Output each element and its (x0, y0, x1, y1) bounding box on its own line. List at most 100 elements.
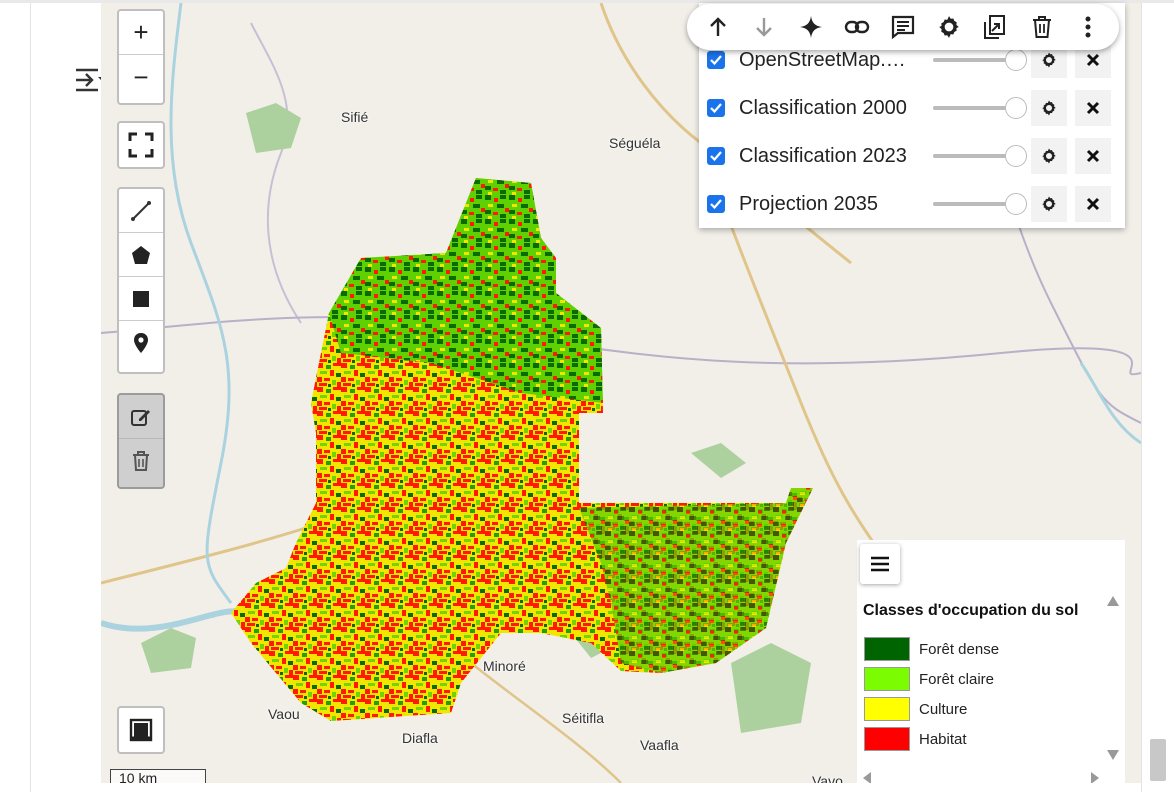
close-icon (1086, 53, 1100, 67)
legend-item: Forêt dense (864, 636, 999, 662)
hamburger-icon (871, 556, 889, 572)
check-icon (710, 103, 722, 114)
link-icon (844, 20, 869, 34)
place-label: Séguéla (609, 135, 661, 151)
trash-icon (1032, 16, 1051, 38)
draw-rectangle-button[interactable] (119, 277, 163, 321)
scrollbar-thumb[interactable] (1150, 739, 1166, 781)
edit-icon (131, 409, 150, 426)
fullscreen-icon (128, 132, 154, 158)
map-frame-control (117, 706, 165, 754)
legend-swatch (864, 727, 910, 751)
close-icon (1086, 149, 1100, 163)
layer-name: Projection 2035 (739, 192, 878, 215)
bottom-strip (101, 783, 1141, 792)
layer-settings-button[interactable] (1031, 90, 1067, 126)
layer-checkbox[interactable] (707, 51, 725, 69)
ruler-frame-icon (129, 718, 153, 742)
layer-opacity-slider[interactable] (933, 192, 1027, 216)
layer-checkbox[interactable] (707, 147, 725, 165)
draw-polygon-button[interactable] (119, 233, 163, 277)
link-button[interactable] (839, 9, 875, 45)
place-label: Vaafla (640, 737, 679, 753)
side-panel (31, 3, 106, 792)
export-button[interactable] (977, 9, 1013, 45)
legend-label: Culture (919, 700, 968, 718)
layer-opacity-slider[interactable] (933, 96, 1027, 120)
scroll-down-icon[interactable] (1106, 748, 1120, 766)
arrow-down-icon (756, 18, 773, 37)
layer-name: Classification 2023 (739, 144, 907, 167)
legend-swatch (864, 667, 910, 691)
rectangle-icon (133, 290, 149, 307)
draw-marker-button[interactable] (119, 321, 163, 365)
fullscreen-button[interactable] (119, 123, 163, 167)
place-label: Séitifla (562, 710, 605, 726)
layer-opacity-slider[interactable] (933, 48, 1027, 72)
scroll-up-icon[interactable] (1106, 594, 1120, 612)
page-scrollbar[interactable] (1141, 3, 1174, 792)
layer-name: OpenStreetMap.… (739, 48, 906, 71)
layer-checkbox[interactable] (707, 99, 725, 117)
zoom-in-button[interactable]: + (119, 11, 163, 55)
legend-swatch (864, 697, 910, 721)
place-label: Vavo (812, 773, 843, 783)
draw-toolbar (117, 187, 165, 374)
draw-line-button[interactable] (119, 189, 163, 233)
legend-item: Habitat (864, 726, 967, 752)
fullscreen-control (117, 121, 165, 169)
place-label: Sifié (341, 109, 369, 125)
gear-icon (1042, 148, 1056, 164)
layer-toolbar (687, 4, 1119, 50)
gear-icon (1042, 100, 1056, 116)
layer-checkbox[interactable] (707, 195, 725, 213)
more-options-button[interactable] (1070, 9, 1106, 45)
legend-swatch (864, 637, 910, 661)
map-frame-button[interactable] (119, 708, 163, 752)
legend-item: Culture (864, 696, 967, 722)
gear-icon (1042, 196, 1056, 212)
delete-layers-button[interactable] (119, 439, 163, 483)
gear-icon (1042, 52, 1056, 68)
delete-layer-button[interactable] (1024, 9, 1060, 45)
edit-layers-button[interactable] (119, 395, 163, 439)
comment-icon (891, 15, 915, 40)
legend-title: Classes d'occupation du sol (863, 602, 1079, 619)
polygon-icon (132, 245, 150, 264)
legend-label: Forêt dense (919, 640, 1000, 658)
move-down-button[interactable] (746, 9, 782, 45)
place-label: Vaou (268, 706, 300, 722)
legend-label: Forêt claire (919, 670, 995, 688)
close-icon (1086, 197, 1100, 211)
app-frame: Sifié Séguéla Minoré Vaou Séitifla Diafl… (0, 0, 1174, 792)
ai-button[interactable] (793, 9, 829, 45)
check-icon (710, 55, 722, 66)
close-icon (1086, 101, 1100, 115)
check-icon (710, 199, 722, 210)
layer-row: Projection 2035 (707, 184, 1117, 224)
settings-button[interactable] (931, 9, 967, 45)
layer-row: Classification 2000 (707, 88, 1117, 128)
legend-label: Habitat (919, 730, 967, 748)
layer-remove-button[interactable] (1075, 138, 1111, 174)
layer-opacity-slider[interactable] (933, 144, 1027, 168)
gear-icon (939, 16, 959, 38)
legend-panel: Classes d'occupation du sol Forêt dense … (857, 540, 1125, 792)
trash-icon (133, 451, 149, 471)
layer-name: Classification 2000 (739, 96, 907, 119)
legend-item: Forêt claire (864, 666, 994, 692)
layer-remove-button[interactable] (1075, 186, 1111, 222)
zoom-control: + − (117, 9, 165, 105)
legend-menu-button[interactable] (860, 544, 900, 584)
check-icon (710, 151, 722, 162)
layer-settings-button[interactable] (1031, 138, 1067, 174)
layer-settings-button[interactable] (1031, 186, 1067, 222)
comment-button[interactable] (885, 9, 921, 45)
layer-row: Classification 2023 (707, 136, 1117, 176)
move-up-button[interactable] (700, 9, 736, 45)
edit-toolbar (117, 393, 165, 489)
export-icon (984, 15, 1006, 39)
layer-remove-button[interactable] (1075, 90, 1111, 126)
zoom-out-button[interactable]: − (119, 55, 163, 99)
left-margin (0, 3, 31, 792)
